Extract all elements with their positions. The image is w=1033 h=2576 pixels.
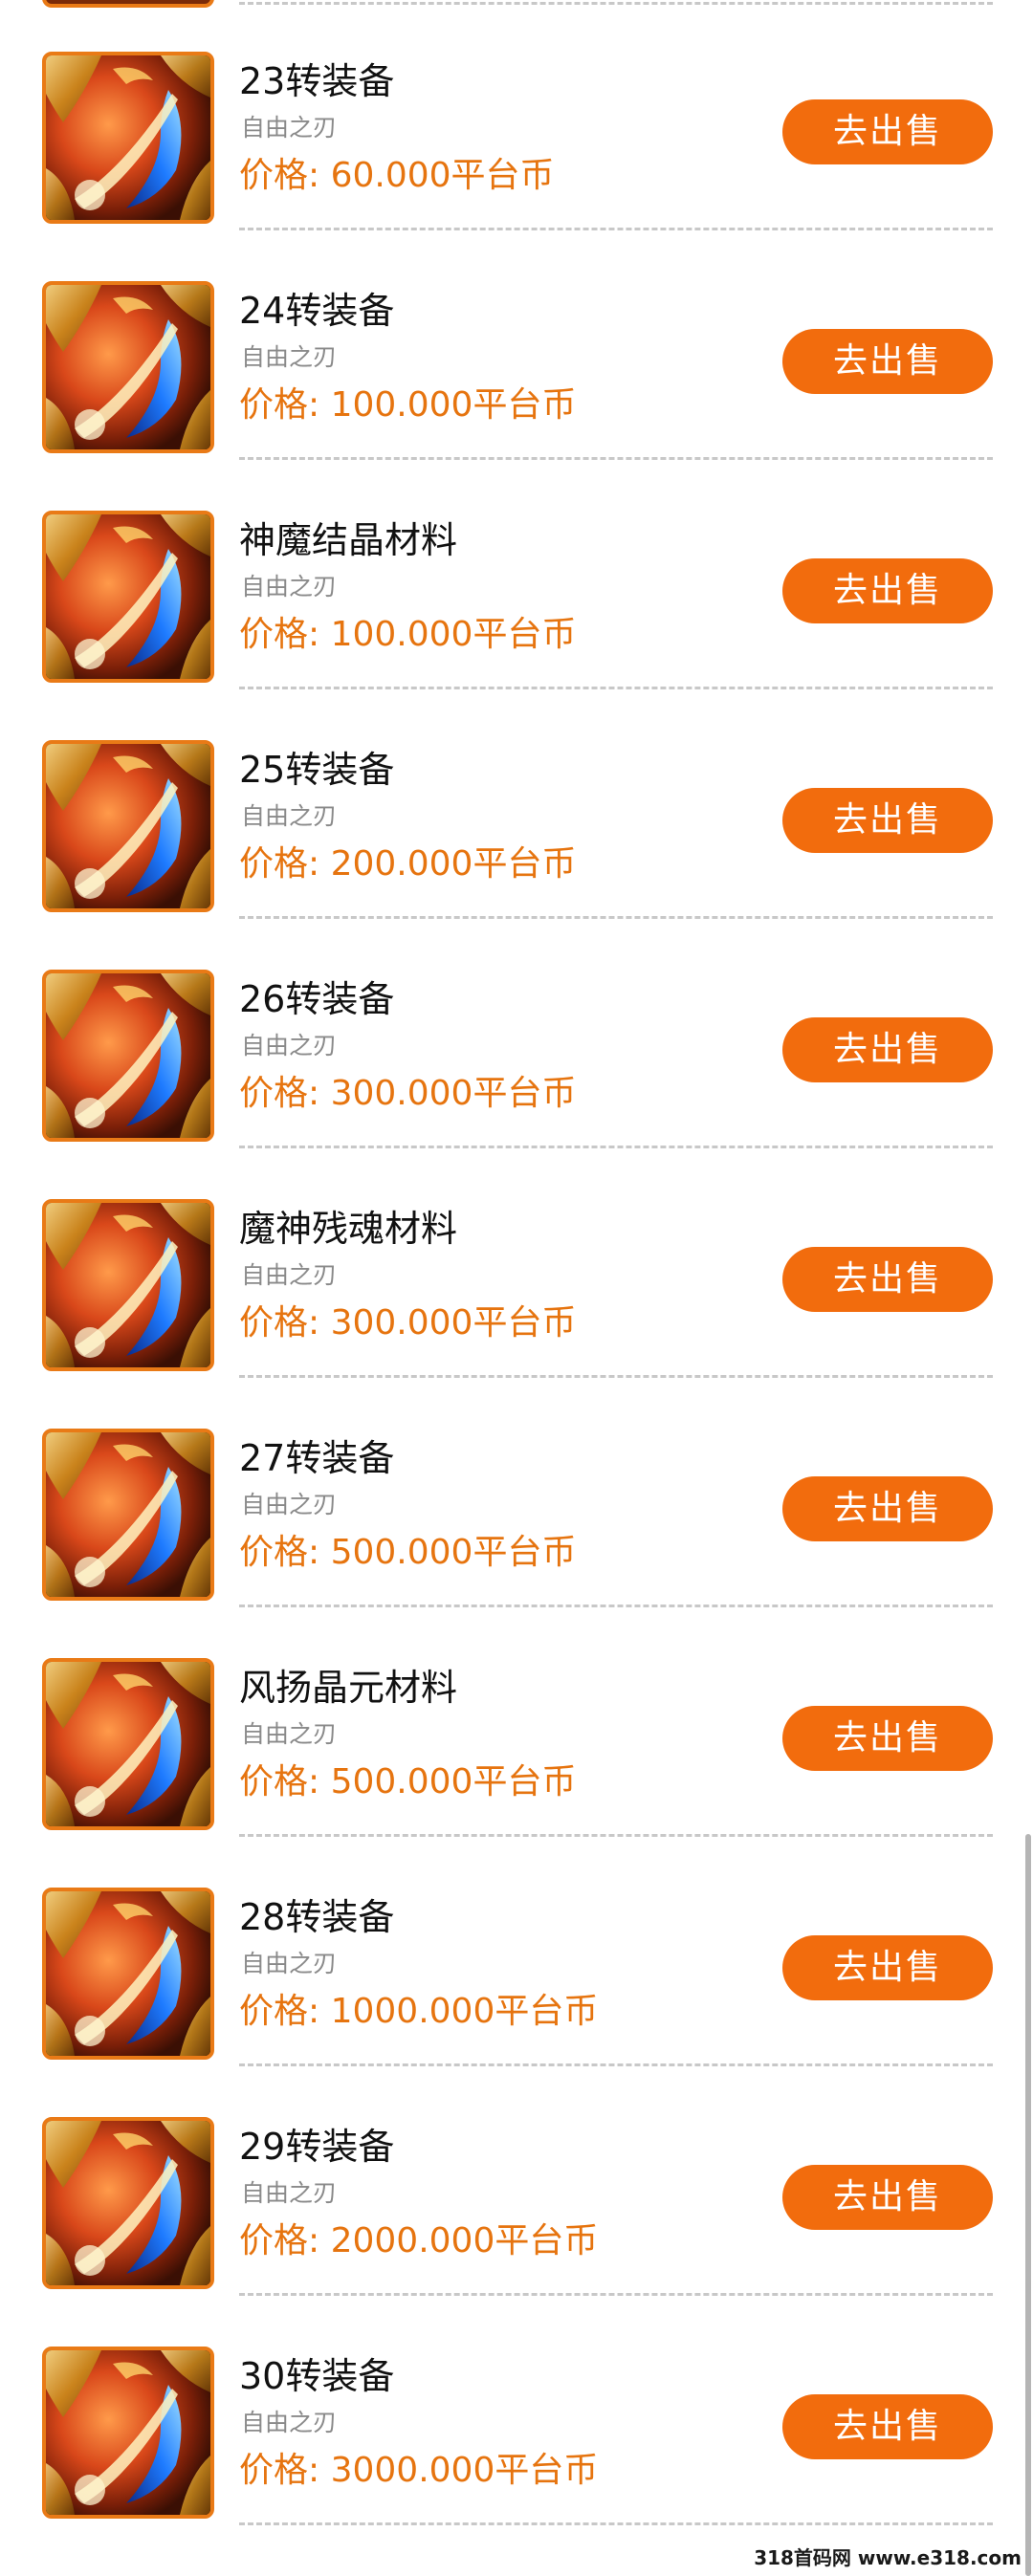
list-item: 魔神残魂材料 自由之刃 价格: 300.000平台币 去出售 (0, 1138, 1033, 1378)
list-item: 风扬晶元材料 自由之刃 价格: 500.000平台币 去出售 (0, 1597, 1033, 1837)
list-item: 25转装备 自由之刃 价格: 200.000平台币 去出售 (0, 679, 1033, 919)
list-item: 29转装备 自由之刃 价格: 2000.000平台币 去出售 (0, 2056, 1033, 2296)
item-game-name: 自由之刃 (241, 573, 338, 600)
item-price: 价格: 2000.000平台币 (239, 2221, 599, 2260)
item-name: 28转装备 (239, 1896, 395, 1938)
item-game-name: 自由之刃 (241, 1950, 338, 1977)
sell-button[interactable]: 去出售 (782, 1247, 993, 1312)
item-name: 23转装备 (239, 60, 395, 102)
sell-button[interactable]: 去出售 (782, 2165, 993, 2230)
game-sword-art-icon (42, 511, 214, 683)
sell-button[interactable]: 去出售 (782, 788, 993, 853)
list-item: 神魔结晶材料 自由之刃 价格: 100.000平台币 去出售 (0, 449, 1033, 689)
game-sword-art-icon (42, 740, 214, 912)
item-name: 27转装备 (239, 1437, 395, 1479)
sell-button[interactable]: 去出售 (782, 2394, 993, 2459)
game-sword-art-icon (42, 52, 214, 224)
game-sword-art-icon (42, 281, 214, 453)
item-game-name: 自由之刃 (241, 2179, 338, 2207)
item-name: 魔神残魂材料 (239, 1208, 458, 1250)
item-price: 价格: 1000.000平台币 (239, 1992, 599, 2031)
game-sword-art-icon (42, 2347, 214, 2519)
list-item: 27转装备 自由之刃 价格: 500.000平台币 去出售 (0, 1367, 1033, 1607)
item-game-name: 自由之刃 (241, 802, 338, 830)
item-name: 25转装备 (239, 749, 395, 791)
item-game-name: 自由之刃 (241, 1720, 338, 1748)
sell-button[interactable]: 去出售 (782, 1706, 993, 1771)
game-sword-art-icon (42, 1658, 214, 1830)
item-price: 价格: 3000.000平台币 (239, 2451, 599, 2490)
sell-button[interactable]: 去出售 (782, 1017, 993, 1082)
sell-button[interactable]: 去出售 (782, 1935, 993, 2000)
game-sword-art-icon (42, 970, 214, 1142)
list-item: 28转装备 自由之刃 价格: 1000.000平台币 去出售 (0, 1826, 1033, 2066)
item-price: 价格: 300.000平台币 (239, 1074, 577, 1113)
item-game-name: 自由之刃 (241, 1261, 338, 1289)
sell-button[interactable]: 去出售 (782, 558, 993, 623)
item-name: 26转装备 (239, 978, 395, 1020)
game-sword-art-icon (42, 1199, 214, 1371)
item-game-name: 自由之刃 (241, 1032, 338, 1059)
row-divider (239, 2522, 993, 2525)
item-game-name: 自由之刃 (241, 2409, 338, 2436)
list-item: 26转装备 自由之刃 价格: 300.000平台币 去出售 (0, 908, 1033, 1148)
item-game-name: 自由之刃 (241, 114, 338, 142)
item-name: 风扬晶元材料 (239, 1667, 458, 1709)
game-sword-art-icon (42, 1429, 214, 1601)
list-item: 24转装备 自由之刃 价格: 100.000平台币 去出售 (0, 220, 1033, 460)
item-name: 神魔结晶材料 (239, 519, 458, 561)
item-name: 30转装备 (239, 2355, 395, 2397)
sell-button[interactable]: 去出售 (782, 329, 993, 394)
item-price: 价格: 500.000平台币 (239, 1762, 577, 1801)
item-price: 价格: 100.000平台币 (239, 615, 577, 654)
scrollbar[interactable] (1025, 1834, 1031, 2576)
item-price: 价格: 100.000平台币 (239, 385, 577, 425)
watermark: 318首码网 www.e318.com (750, 2543, 1025, 2570)
item-name: 24转装备 (239, 290, 395, 332)
item-name: 29转装备 (239, 2126, 395, 2168)
game-sword-art-icon (42, 2117, 214, 2289)
list-item: 23转装备 自由之刃 价格: 60.000平台币 去出售 (0, 0, 1033, 230)
item-list: 23转装备 自由之刃 价格: 60.000平台币 去出售 24转装备 自由之刃 … (0, 0, 1033, 2525)
item-price: 价格: 60.000平台币 (239, 156, 555, 195)
sell-button[interactable]: 去出售 (782, 99, 993, 164)
list-item: 30转装备 自由之刃 价格: 3000.000平台币 去出售 (0, 2285, 1033, 2525)
sell-button[interactable]: 去出售 (782, 1476, 993, 1541)
item-game-name: 自由之刃 (241, 1491, 338, 1518)
item-price: 价格: 300.000平台币 (239, 1303, 577, 1343)
item-game-name: 自由之刃 (241, 343, 338, 371)
game-sword-art-icon (42, 1888, 214, 2060)
item-price: 价格: 500.000平台币 (239, 1533, 577, 1572)
item-price: 价格: 200.000平台币 (239, 844, 577, 884)
